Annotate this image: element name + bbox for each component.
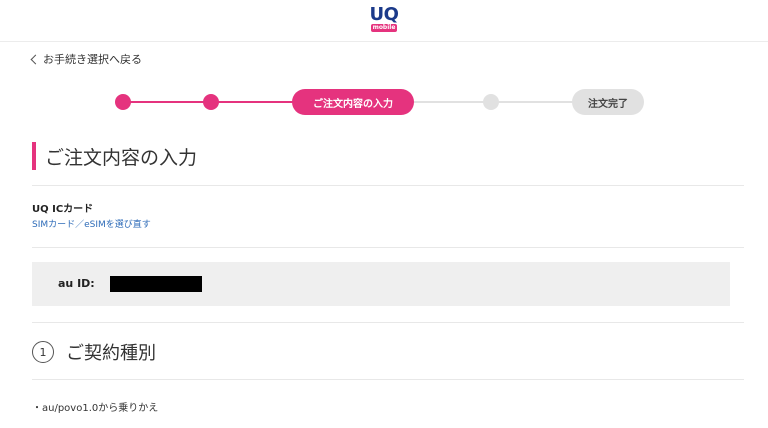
page-title: ご注文内容の入力: [32, 142, 197, 170]
step-final-pill: 注文完了: [572, 89, 644, 115]
progress-stepper: ご注文内容の入力 注文完了: [0, 85, 768, 119]
contract-option: ・au/povo1.0から乗りかえ: [32, 403, 159, 414]
site-header: UQ mobile: [0, 0, 768, 42]
au-id-box: au ID:: [32, 262, 730, 306]
divider: [32, 247, 744, 248]
logo-sub: mobile: [371, 24, 397, 32]
title-accent-bar: [32, 142, 36, 170]
page-title-text: ご注文内容の入力: [45, 146, 198, 169]
contract-type-heading: 1 ご契約種別: [32, 339, 156, 365]
au-id-redacted: [110, 276, 202, 292]
step-dot-1: [115, 94, 131, 110]
chevron-left-icon: [30, 54, 41, 64]
contract-type-title: ご契約種別: [66, 343, 156, 364]
step-dot-2: [203, 94, 219, 110]
back-link[interactable]: お手続き選択へ戻る: [30, 51, 142, 67]
step-number-badge: 1: [32, 341, 54, 363]
divider: [32, 322, 744, 323]
back-link-label: お手続き選択へ戻る: [43, 53, 142, 66]
divider: [32, 379, 744, 380]
step-dot-4: [483, 94, 499, 110]
uq-mobile-logo[interactable]: UQ mobile: [367, 5, 401, 35]
change-sim-link[interactable]: SIMカード／eSIMを選び直す: [32, 217, 151, 230]
divider: [32, 185, 744, 186]
logo-text: UQ: [369, 4, 399, 25]
step-current-pill: ご注文内容の入力: [292, 89, 414, 115]
product-summary: UQ ICカード SIMカード／eSIMを選び直す: [32, 200, 151, 230]
product-name: UQ ICカード: [32, 204, 94, 215]
au-id-label: au ID:: [58, 277, 95, 290]
